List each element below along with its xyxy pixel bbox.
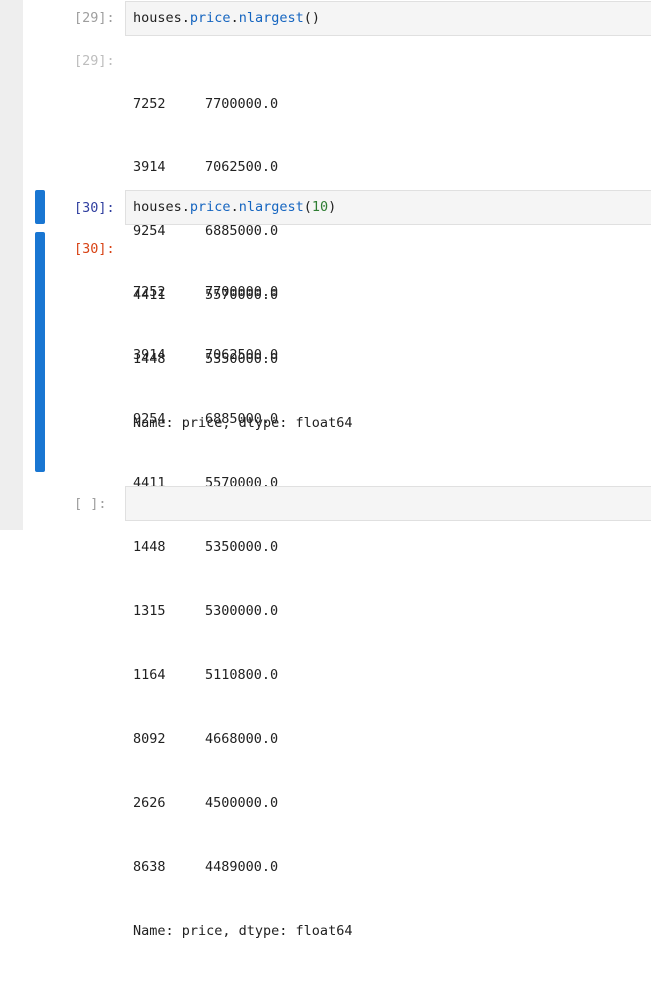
series-index: 1448 xyxy=(133,539,166,556)
series-value: 7700000.0 xyxy=(205,283,279,300)
series-index: 1164 xyxy=(133,666,166,683)
code-token-dot: . xyxy=(181,199,190,215)
code-line-30: houses.price.nlargest(10) xyxy=(133,197,336,217)
code-token-object: houses xyxy=(133,199,182,215)
cell-empty[interactable]: [ ]: xyxy=(0,480,651,530)
series-value: 6885000.0 xyxy=(205,411,279,428)
output-row: 1164 5110800.0 xyxy=(133,665,352,686)
output-row: 2626 4500000.0 xyxy=(133,793,352,814)
series-value: 5300000.0 xyxy=(205,603,279,620)
series-value: 4500000.0 xyxy=(205,794,279,811)
series-index: 8092 xyxy=(133,730,166,747)
series-index: 9254 xyxy=(133,411,166,428)
code-token-attribute: price xyxy=(189,199,231,215)
cell-30[interactable]: [30]: houses.price.nlargest(10) [30]: 72… xyxy=(0,0,651,939)
code-input-empty[interactable] xyxy=(125,486,651,521)
output-row: 9254 6885000.0 xyxy=(133,409,352,430)
code-token-arg: 10 xyxy=(311,199,329,215)
code-token-paren-open: ( xyxy=(303,199,312,215)
output-row: 3914 7062500.0 xyxy=(133,345,352,366)
output-row: 8638 4489000.0 xyxy=(133,857,352,878)
series-value: 5110800.0 xyxy=(205,666,279,683)
series-index: 7252 xyxy=(133,283,166,300)
series-index: 8638 xyxy=(133,858,166,875)
code-token-paren-close: ) xyxy=(328,199,337,215)
series-value: 7062500.0 xyxy=(205,347,279,364)
series-value: 4489000.0 xyxy=(205,858,279,875)
code-token-method: nlargest xyxy=(238,199,304,215)
code-input-30[interactable]: houses.price.nlargest(10) xyxy=(125,190,651,225)
output-row: 8092 4668000.0 xyxy=(133,729,352,750)
output-area-30: 7252 7700000.0 3914 7062500.0 9254 6885000.… xyxy=(133,239,352,984)
output-footer: Name: price, dtype: float64 xyxy=(133,922,353,939)
output-row: 1315 5300000.0 xyxy=(133,601,352,622)
series-value: 5350000.0 xyxy=(205,539,279,556)
output-row: 7252 7700000.0 xyxy=(133,282,352,303)
output-row: 1448 5350000.0 xyxy=(133,537,352,558)
code-token-dot: . xyxy=(230,199,239,215)
series-index: 2626 xyxy=(133,794,166,811)
series-index: 1315 xyxy=(133,603,166,620)
series-value: 4668000.0 xyxy=(205,730,279,747)
series-index: 3914 xyxy=(133,347,166,364)
